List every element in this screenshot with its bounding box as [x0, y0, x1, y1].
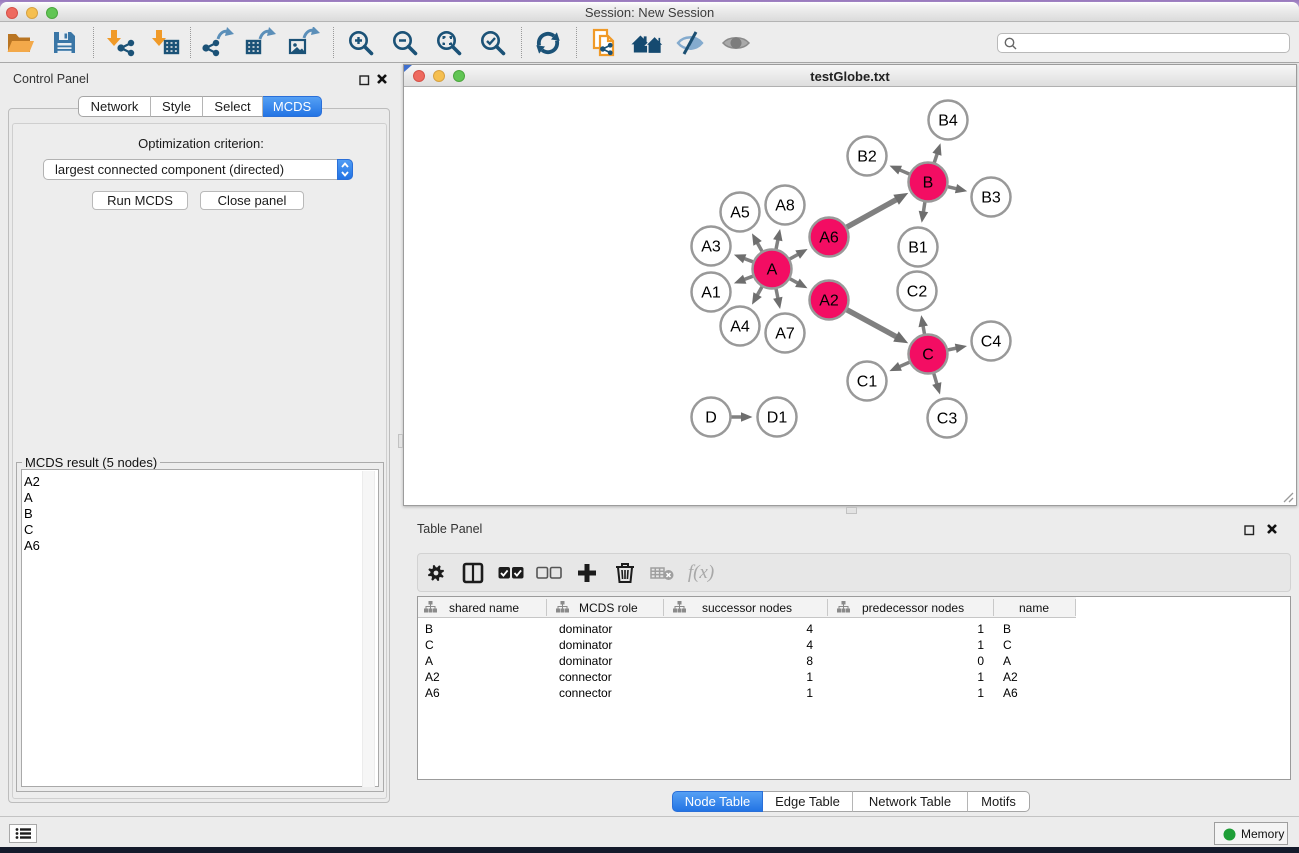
svg-text:A8: A8: [775, 198, 795, 215]
svg-text:A6: A6: [819, 230, 839, 247]
svg-text:C3: C3: [937, 411, 958, 428]
svg-text:C1: C1: [857, 374, 878, 391]
svg-text:B2: B2: [857, 149, 877, 166]
svg-text:A5: A5: [730, 205, 750, 222]
svg-text:B4: B4: [938, 113, 958, 130]
svg-text:D: D: [705, 410, 717, 427]
svg-text:A1: A1: [701, 285, 721, 302]
svg-text:B1: B1: [908, 240, 928, 257]
svg-text:A4: A4: [730, 319, 750, 336]
svg-text:C: C: [922, 347, 934, 364]
svg-text:A2: A2: [819, 293, 839, 310]
svg-text:D1: D1: [767, 410, 788, 427]
svg-text:A3: A3: [701, 239, 721, 256]
svg-text:B: B: [923, 175, 934, 192]
svg-text:A: A: [767, 262, 778, 279]
svg-text:C2: C2: [907, 284, 928, 301]
svg-text:B3: B3: [981, 190, 1001, 207]
svg-text:C4: C4: [981, 334, 1002, 351]
svg-text:A7: A7: [775, 326, 795, 343]
